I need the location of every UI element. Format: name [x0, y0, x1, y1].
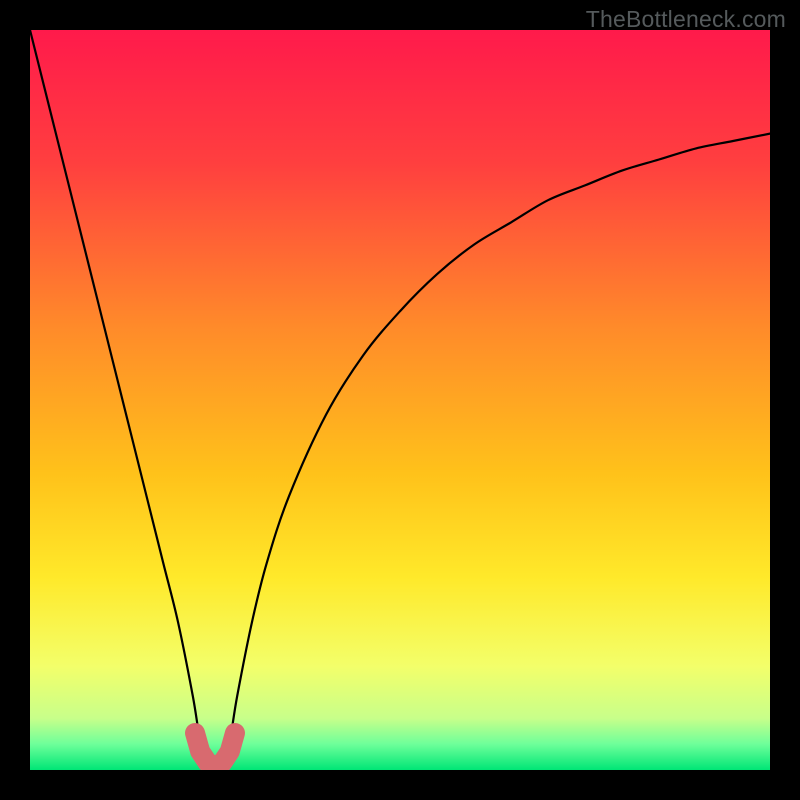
gradient-background: [30, 30, 770, 770]
chart-frame: TheBottleneck.com: [0, 0, 800, 800]
plot-area: [30, 30, 770, 770]
watermark-text: TheBottleneck.com: [586, 6, 786, 33]
chart-svg: [30, 30, 770, 770]
